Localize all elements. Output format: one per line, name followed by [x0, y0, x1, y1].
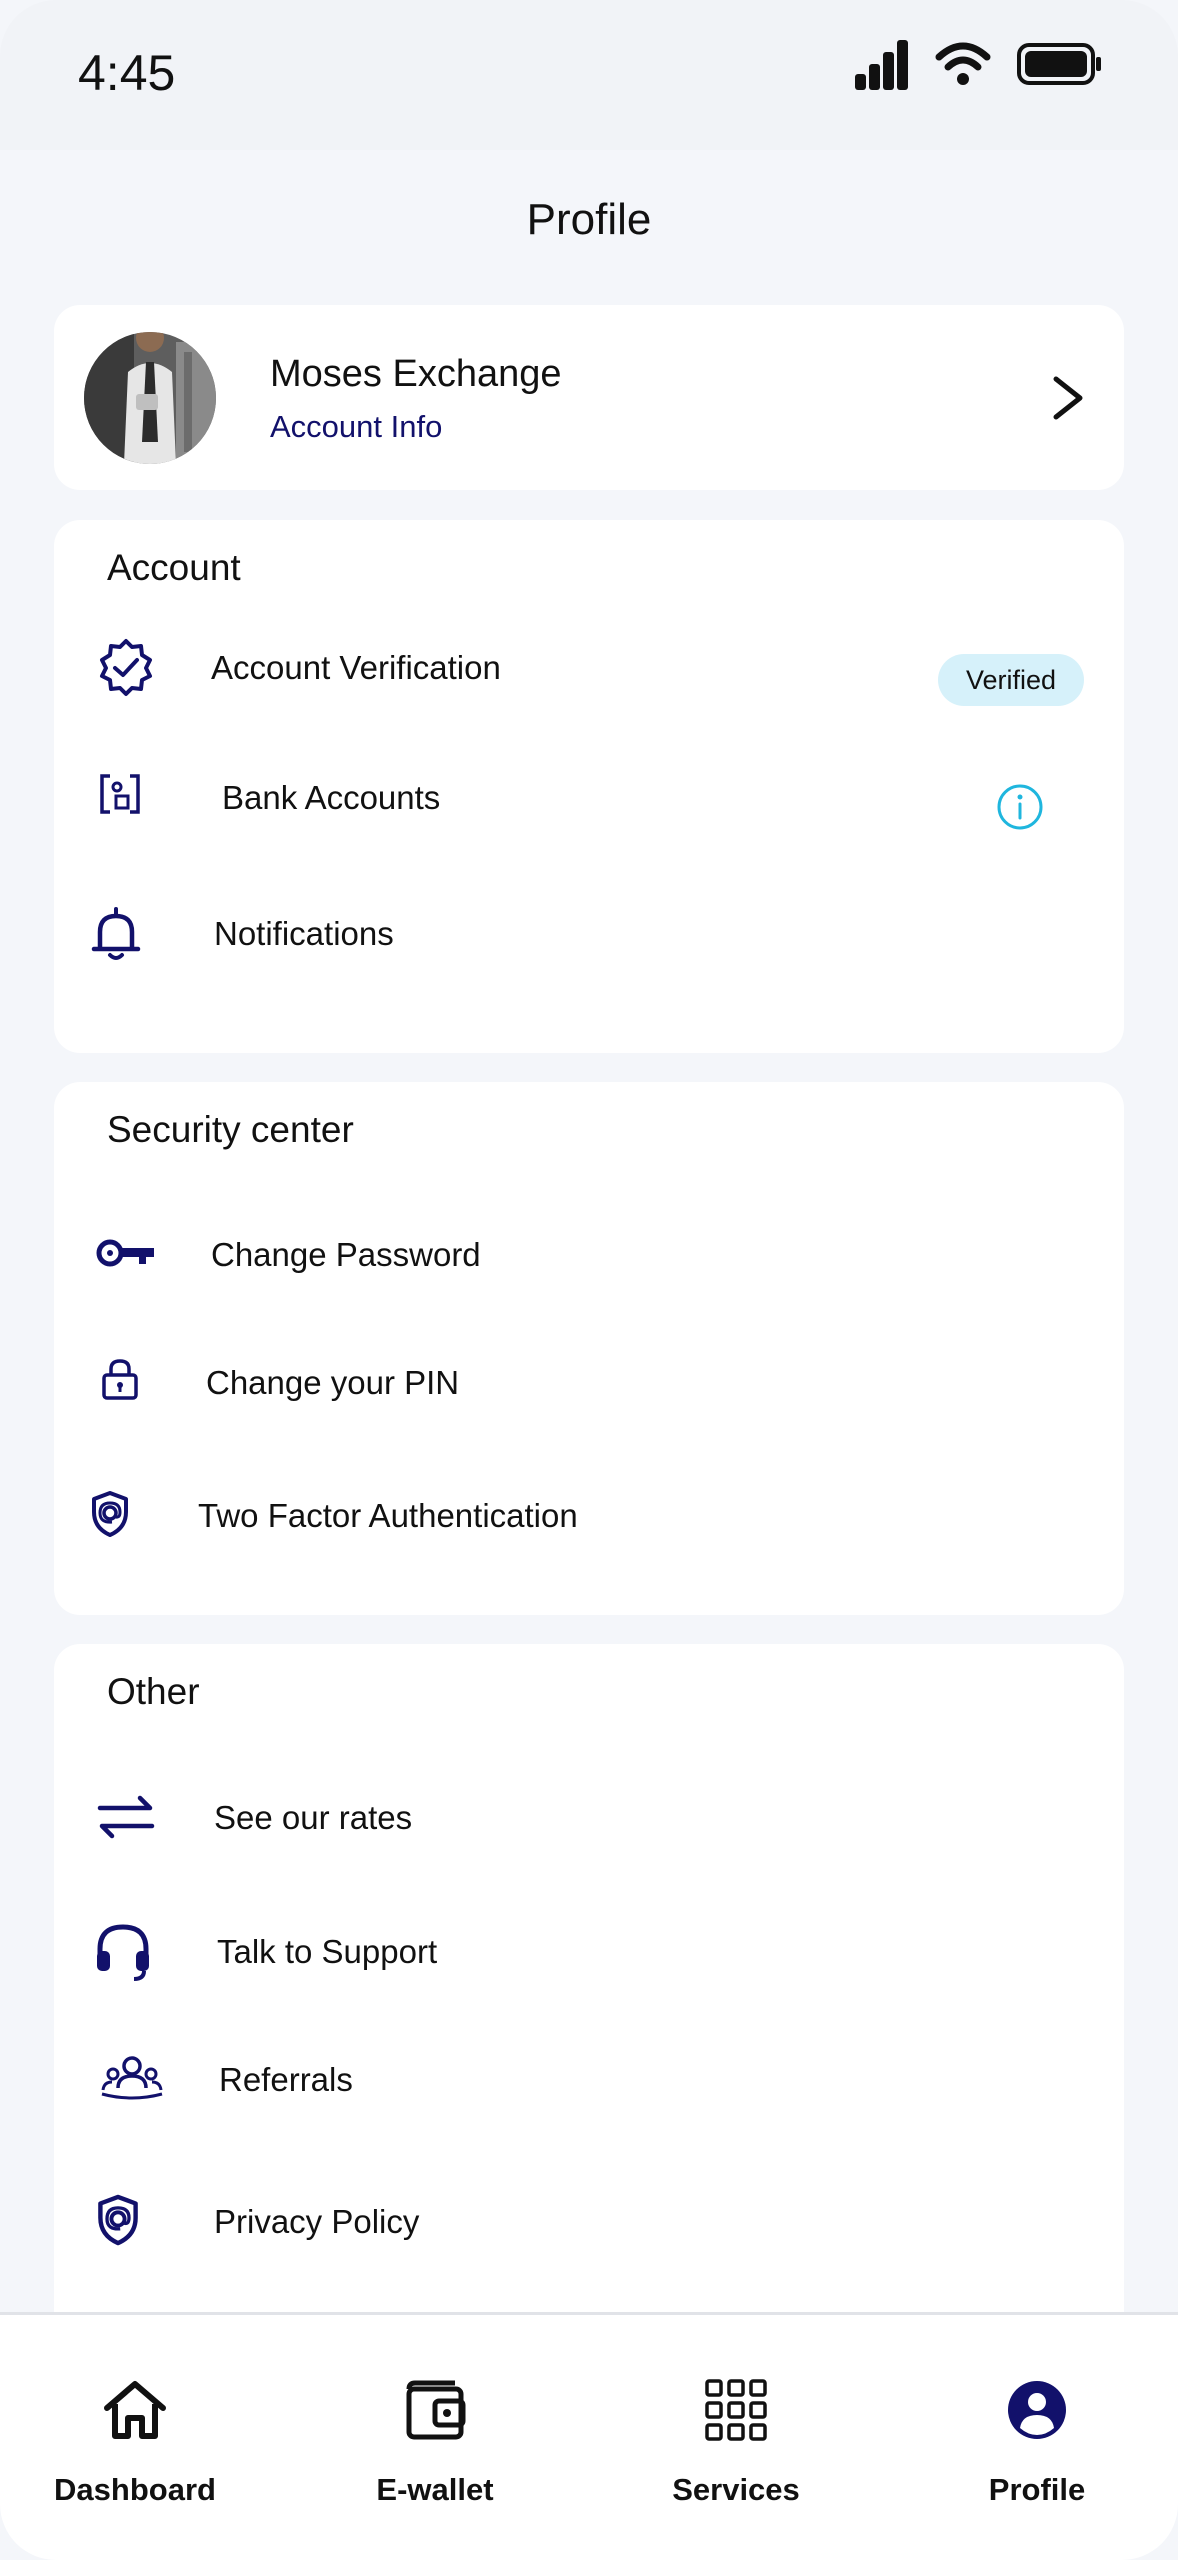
- home-icon: [104, 2381, 166, 2439]
- chevron-right-icon[interactable]: [1048, 373, 1088, 423]
- notifications-row[interactable]: Notifications: [54, 878, 1124, 988]
- verified-badge-icon: [100, 639, 152, 696]
- profile-name: Moses Exchange: [270, 353, 562, 395]
- privacy-policy-row[interactable]: Privacy Policy: [54, 2166, 1124, 2276]
- users-icon: [101, 2056, 163, 2100]
- nav-ewallet-label: E-wallet: [376, 2472, 494, 2507]
- shield-at-icon: [98, 2194, 138, 2246]
- account-section: Account Account Verification Verified Ba…: [54, 520, 1124, 1053]
- bank-accounts-row[interactable]: Bank Accounts: [54, 742, 1124, 852]
- talk-to-support-label: Talk to Support: [217, 1933, 438, 1970]
- nav-dashboard[interactable]: Dashboard: [15, 2370, 255, 2508]
- status-bar: 4:45: [0, 0, 1178, 150]
- bottom-nav: Dashboard E-wallet Services Profile: [0, 2312, 1178, 2560]
- nav-dashboard-label: Dashboard: [54, 2472, 216, 2507]
- bank-accounts-icon: [100, 774, 140, 814]
- account-verification-label: Account Verification: [211, 649, 501, 686]
- referrals-row[interactable]: Referrals: [54, 2024, 1124, 2134]
- page-title: Profile: [526, 195, 652, 244]
- see-our-rates-row[interactable]: See our rates: [54, 1762, 1124, 1872]
- avatar: [84, 332, 216, 464]
- nav-profile-label: Profile: [988, 2472, 1086, 2507]
- security-section: Security center Change Password Change y…: [54, 1082, 1124, 1615]
- wallet-icon: [406, 2380, 466, 2440]
- grid-icon: [705, 2379, 767, 2441]
- headset-icon: [97, 1924, 149, 1981]
- verified-badge: Verified: [937, 654, 1084, 706]
- two-factor-row[interactable]: Two Factor Authentication: [54, 1460, 1124, 1570]
- status-icons: [853, 38, 1103, 90]
- nav-ewallet[interactable]: E-wallet: [315, 2370, 555, 2508]
- status-time: 4:45: [78, 45, 176, 101]
- two-factor-label: Two Factor Authentication: [198, 1497, 578, 1534]
- profile-icon: [1008, 2381, 1066, 2439]
- other-section-title: Other: [107, 1671, 200, 1712]
- key-icon: [96, 1239, 154, 1267]
- privacy-policy-label: Privacy Policy: [214, 2203, 420, 2240]
- change-pin-label: Change your PIN: [206, 1364, 460, 1401]
- account-section-title: Account: [107, 547, 241, 588]
- battery-icon: [1017, 43, 1101, 85]
- bank-accounts-label: Bank Accounts: [222, 779, 441, 816]
- profile-screen: 4:45 Profile Moses Exchange Account Info…: [0, 0, 1178, 2560]
- shield-at-icon: [92, 1491, 128, 1537]
- lock-icon: [102, 1359, 138, 1400]
- exchange-arrows-icon: [97, 1795, 155, 1839]
- account-verification-row[interactable]: Account Verification Verified: [54, 612, 1124, 722]
- signal-icon: [855, 40, 908, 90]
- change-password-label: Change Password: [211, 1236, 481, 1273]
- wifi-icon: [935, 42, 991, 85]
- bell-icon: [91, 907, 141, 960]
- profile-card[interactable]: Moses Exchange Account Info: [54, 305, 1124, 490]
- nav-services[interactable]: Services: [616, 2370, 856, 2508]
- change-password-row[interactable]: Change Password: [54, 1199, 1124, 1309]
- referrals-label: Referrals: [219, 2061, 353, 2098]
- nav-services-label: Services: [672, 2472, 800, 2507]
- talk-to-support-row[interactable]: Talk to Support: [54, 1896, 1124, 2006]
- security-section-title: Security center: [107, 1109, 354, 1150]
- notifications-label: Notifications: [214, 915, 394, 952]
- nav-profile[interactable]: Profile: [917, 2370, 1157, 2508]
- info-icon[interactable]: [996, 783, 1044, 831]
- account-info-link[interactable]: Account Info: [270, 409, 442, 445]
- change-pin-row[interactable]: Change your PIN: [54, 1327, 1124, 1437]
- other-section: Other See our rates Talk to Support Refe…: [54, 1644, 1124, 2344]
- see-our-rates-label: See our rates: [214, 1799, 413, 1836]
